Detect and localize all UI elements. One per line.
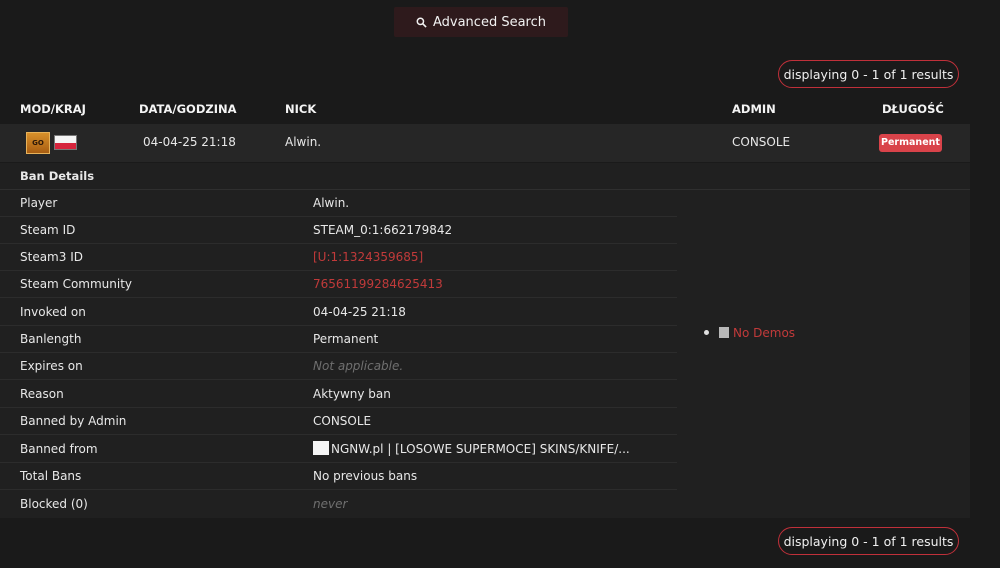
detail-value: No previous bans — [313, 469, 418, 483]
detail-value: STEAM_0:1:662179842 — [313, 223, 453, 237]
header-length[interactable]: DŁUGOŚĆ — [882, 102, 944, 116]
detail-label: Total Bans — [20, 469, 82, 483]
demo-icon — [719, 327, 729, 338]
poland-flag-icon — [54, 135, 77, 150]
header-nick[interactable]: NICK — [285, 102, 316, 116]
detail-label: Banlength — [20, 332, 82, 346]
detail-row-steam-community: Steam Community 76561199284625413 — [0, 271, 677, 298]
steam3-id-link[interactable]: [U:1:1324359685] — [313, 244, 423, 271]
detail-label: Blocked (0) — [20, 497, 88, 511]
detail-row-invoked-on: Invoked on 04-04-25 21:18 — [0, 299, 677, 326]
detail-row-reason: Reason Aktywny ban — [0, 381, 677, 408]
ban-details-panel: Ban Details Player Alwin. Steam ID STEAM… — [0, 163, 970, 518]
admin-name: CONSOLE — [732, 135, 791, 149]
detail-row-player: Player Alwin. — [0, 190, 677, 217]
detail-value: CONSOLE — [313, 414, 372, 428]
pagination-info-bottom: displaying 0 - 1 of 1 results — [778, 527, 959, 555]
detail-row-blocked: Blocked (0) never — [0, 491, 677, 518]
detail-row-banlength: Banlength Permanent — [0, 326, 677, 353]
header-mod[interactable]: MOD/KRAJ — [20, 102, 86, 116]
advanced-search-label: Advanced Search — [432, 14, 546, 30]
detail-row-expires-on: Expires on Not applicable. — [0, 353, 677, 380]
detail-value: NGNW.pl | [LOSOWE SUPERMOCE] SKINS/KNIFE… — [313, 436, 630, 463]
detail-label: Reason — [20, 387, 64, 401]
detail-label: Steam Community — [20, 277, 133, 291]
detail-label: Invoked on — [20, 305, 86, 319]
length-badge: Permanent — [879, 134, 942, 152]
detail-label: Banned by Admin — [20, 414, 127, 428]
server-icon — [313, 441, 329, 455]
detail-value: Alwin. — [313, 196, 350, 210]
player-nick: Alwin. — [285, 135, 322, 149]
detail-label: Steam ID — [20, 223, 76, 237]
detail-row-total-bans: Total Bans No previous bans — [0, 463, 677, 490]
advanced-search-button[interactable]: Advanced Search — [394, 7, 568, 37]
detail-row-steam-id: Steam ID STEAM_0:1:662179842 — [0, 217, 677, 244]
header-date[interactable]: DATA/GODZINA — [139, 102, 237, 116]
detail-label: Player — [20, 196, 58, 210]
game-mod-icon: GO — [26, 132, 50, 154]
search-icon — [416, 17, 427, 28]
steam-community-link[interactable]: 76561199284625413 — [313, 271, 443, 298]
header-admin[interactable]: ADMIN — [732, 102, 776, 116]
server-name: NGNW.pl | [LOSOWE SUPERMOCE] SKINS/KNIFE… — [331, 442, 630, 456]
no-demos-text: No Demos — [733, 326, 796, 340]
detail-label: Banned from — [20, 442, 98, 456]
detail-row-banned-by: Banned by Admin CONSOLE — [0, 408, 677, 435]
detail-value: Not applicable. — [313, 359, 404, 373]
detail-value: never — [313, 497, 348, 511]
detail-label: Expires on — [20, 359, 83, 373]
demos-list: No Demos — [704, 326, 795, 340]
table-row[interactable]: GO 04-04-25 21:18 Alwin. CONSOLE Permane… — [0, 124, 970, 162]
table-header: MOD/KRAJ DATA/GODZINA NICK ADMIN DŁUGOŚĆ — [0, 102, 1000, 118]
detail-value: Permanent — [313, 332, 379, 346]
detail-value: Aktywny ban — [313, 387, 391, 401]
bullet-icon — [704, 330, 709, 335]
pagination-info-top: displaying 0 - 1 of 1 results — [778, 60, 959, 88]
detail-row-steam3-id: Steam3 ID [U:1:1324359685] — [0, 244, 677, 271]
detail-label: Steam3 ID — [20, 250, 83, 264]
ban-date: 04-04-25 21:18 — [143, 135, 236, 149]
ban-details-title: Ban Details — [0, 163, 970, 190]
detail-row-banned-from: Banned from NGNW.pl | [LOSOWE SUPERMOCE]… — [0, 436, 677, 463]
detail-value: 04-04-25 21:18 — [313, 305, 406, 319]
